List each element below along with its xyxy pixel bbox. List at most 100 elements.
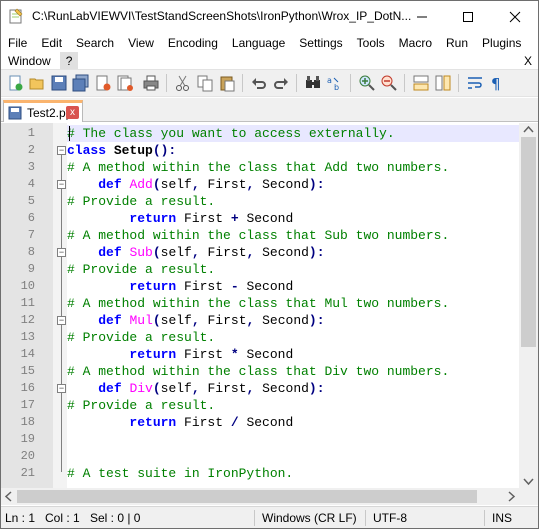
- fold-toggle-icon[interactable]: −: [57, 248, 66, 257]
- menu-edit[interactable]: Edit: [34, 34, 69, 52]
- menu-help[interactable]: ?: [59, 52, 79, 70]
- sync-horizontal-icon[interactable]: [434, 74, 452, 92]
- code-line[interactable]: [67, 431, 519, 448]
- cut-icon[interactable]: [174, 74, 192, 92]
- code-line[interactable]: [67, 448, 519, 465]
- menu-macro[interactable]: Macro: [392, 34, 439, 52]
- scroll-down-icon[interactable]: [519, 474, 538, 488]
- menu-encoding[interactable]: Encoding: [161, 34, 225, 52]
- paste-icon[interactable]: [218, 74, 236, 92]
- scroll-right-icon[interactable]: [504, 488, 518, 505]
- new-file-icon[interactable]: [6, 74, 24, 92]
- print-icon[interactable]: [142, 74, 160, 92]
- menu-file[interactable]: File: [1, 34, 34, 52]
- code-line[interactable]: # A method within the class that Add two…: [67, 159, 519, 176]
- code-line[interactable]: class Setup():: [67, 142, 519, 159]
- line-number: 8: [27, 245, 35, 259]
- fold-toggle-icon[interactable]: −: [57, 316, 66, 325]
- close-window-button[interactable]: [492, 1, 538, 32]
- replace-icon[interactable]: ab: [326, 74, 344, 92]
- close-file-icon[interactable]: [94, 74, 112, 92]
- scroll-corner: [519, 488, 538, 505]
- code-line[interactable]: # A method within the class that Div two…: [67, 363, 519, 380]
- code-line[interactable]: # Provide a result.: [67, 397, 519, 414]
- code-line[interactable]: return First + Second: [67, 210, 519, 227]
- code-line[interactable]: def Div(self, First, Second):: [67, 380, 519, 397]
- code-token: ):: [308, 313, 325, 328]
- minimize-button[interactable]: [399, 1, 445, 32]
- menu-settings[interactable]: Settings: [292, 34, 349, 52]
- toolbar-separator: [458, 74, 459, 92]
- file-saved-icon: [8, 106, 22, 119]
- menu-plugins[interactable]: Plugins: [475, 34, 528, 52]
- code-line[interactable]: # The class you want to access externall…: [67, 125, 519, 142]
- open-file-icon[interactable]: [28, 74, 46, 92]
- line-number: 3: [27, 160, 35, 174]
- save-all-icon[interactable]: [72, 74, 90, 92]
- code-line[interactable]: # Provide a result.: [67, 261, 519, 278]
- svg-text:a: a: [327, 76, 332, 85]
- redo-icon[interactable]: [272, 74, 290, 92]
- code-line[interactable]: return First * Second: [67, 346, 519, 363]
- status-insert-mode[interactable]: INS: [492, 507, 512, 529]
- code-token: (: [152, 177, 161, 192]
- status-divider: [484, 510, 485, 526]
- maximize-button[interactable]: [445, 1, 491, 32]
- line-number: 21: [20, 466, 35, 480]
- tab-close-button[interactable]: x: [66, 106, 79, 119]
- menu-window[interactable]: Window: [1, 52, 58, 70]
- status-eol[interactable]: Windows (CR LF): [262, 507, 357, 529]
- fold-toggle-icon[interactable]: −: [57, 384, 66, 393]
- menu-language[interactable]: Language: [225, 34, 292, 52]
- word-wrap-icon[interactable]: [466, 74, 484, 92]
- vertical-scroll-thumb[interactable]: [521, 137, 536, 347]
- show-all-chars-icon[interactable]: ¶: [488, 74, 506, 92]
- code-area[interactable]: # The class you want to access externall…: [67, 123, 519, 488]
- menu-search[interactable]: Search: [69, 34, 121, 52]
- zoom-in-icon[interactable]: [358, 74, 376, 92]
- code-token: Sub: [129, 245, 153, 260]
- horizontal-scrollbar[interactable]: [1, 488, 519, 505]
- menu-run[interactable]: Run: [439, 34, 475, 52]
- code-line[interactable]: def Mul(self, First, Second):: [67, 312, 519, 329]
- code-line[interactable]: # A method within the class that Mul two…: [67, 295, 519, 312]
- scroll-left-icon[interactable]: [2, 488, 16, 505]
- code-token: First: [184, 211, 231, 226]
- status-encoding[interactable]: UTF-8: [373, 507, 407, 529]
- menu-view[interactable]: View: [121, 34, 161, 52]
- line-number: 10: [20, 279, 35, 293]
- tab-strip: Test2.py x: [1, 98, 538, 122]
- vertical-scrollbar[interactable]: [519, 123, 538, 488]
- fold-toggle-icon[interactable]: −: [57, 180, 66, 189]
- code-token: Second: [238, 415, 294, 430]
- undo-icon[interactable]: [250, 74, 268, 92]
- code-token: self: [160, 381, 192, 396]
- scroll-up-icon[interactable]: [519, 123, 538, 137]
- sync-vertical-icon[interactable]: [412, 74, 430, 92]
- fold-toggle-icon[interactable]: −: [57, 146, 66, 155]
- horizontal-scroll-thumb[interactable]: [17, 490, 477, 503]
- code-line[interactable]: return First - Second: [67, 278, 519, 295]
- code-editor[interactable]: 1 2 3 4 5 6 7 8 9 10 11 12 13 14 15 16 17 18 19 20 21 − − − − − …: [1, 123, 538, 488]
- copy-icon[interactable]: [196, 74, 214, 92]
- code-line[interactable]: # Provide a result.: [67, 193, 519, 210]
- code-line[interactable]: # A method within the class that Sub two…: [67, 227, 519, 244]
- menu-row-primary: File Edit Search View Encoding Language Settin…: [1, 34, 528, 52]
- code-line[interactable]: def Sub(self, First, Second):: [67, 244, 519, 261]
- find-icon[interactable]: [304, 74, 322, 92]
- menu-tools[interactable]: Tools: [350, 34, 392, 52]
- code-line[interactable]: return First / Second: [67, 414, 519, 431]
- code-token: class: [67, 143, 114, 158]
- code-line[interactable]: # A test suite in IronPython.: [67, 465, 519, 482]
- tab-test2-py[interactable]: Test2.py x: [3, 100, 83, 122]
- line-number: 13: [20, 330, 35, 344]
- code-line[interactable]: # Provide a result.: [67, 329, 519, 346]
- close-all-icon[interactable]: [116, 74, 134, 92]
- code-token: Add: [129, 177, 153, 192]
- code-token: First: [207, 177, 247, 192]
- close-document-button[interactable]: X: [524, 52, 532, 70]
- zoom-out-icon[interactable]: [380, 74, 398, 92]
- save-icon[interactable]: [50, 74, 68, 92]
- close-icon: [509, 11, 521, 22]
- code-line[interactable]: def Add(self, First, Second):: [67, 176, 519, 193]
